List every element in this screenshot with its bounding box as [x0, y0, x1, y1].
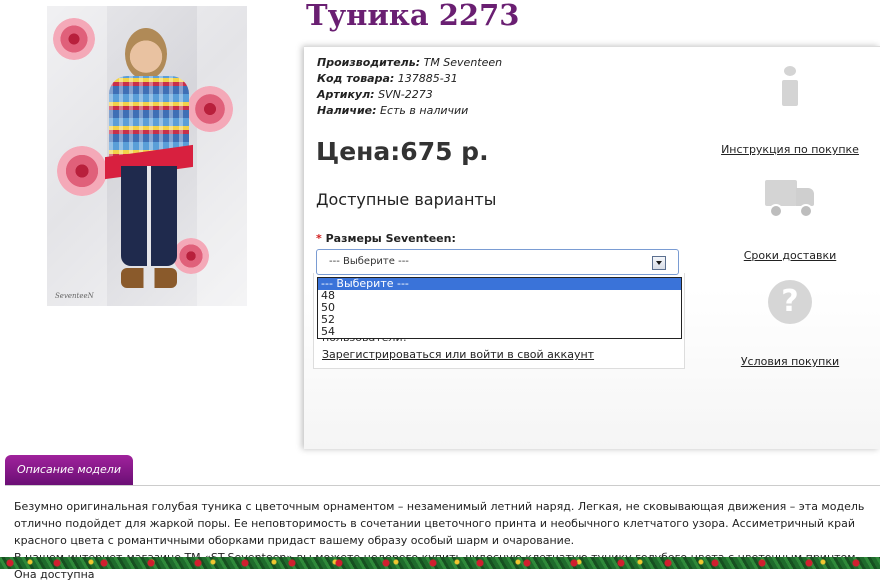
delivery-item[interactable]: Сроки доставки: [720, 178, 860, 263]
model-legs: [121, 166, 177, 266]
price-label: Цена:: [316, 137, 401, 166]
size-option[interactable]: --- Выберите ---: [318, 278, 681, 290]
rose-decoration: [53, 18, 95, 60]
spec-availability: Наличие: Есть в наличии: [317, 104, 469, 117]
description-text: Безумно оригинальная голубая туника с цв…: [14, 498, 876, 583]
question-icon[interactable]: ?: [768, 280, 812, 324]
size-option[interactable]: 54: [318, 326, 681, 338]
spec-article: Артикул: SVN-2273: [317, 88, 433, 101]
size-label: * Размеры Seventeen:: [316, 232, 456, 245]
delivery-link[interactable]: Сроки доставки: [744, 249, 837, 262]
register-link[interactable]: Зарегистрироваться или войти в свой акка…: [322, 348, 594, 361]
instruction-item[interactable]: Инструкция по покупке: [720, 66, 860, 157]
required-mark: *: [316, 232, 322, 245]
model-shoes: [121, 268, 177, 288]
size-select[interactable]: --- Выберите ---: [316, 249, 679, 275]
truck-icon[interactable]: [765, 178, 815, 218]
description-paragraph: Безумно оригинальная голубая туника с цв…: [14, 500, 865, 547]
price-value: 675 р.: [400, 137, 489, 166]
page-title: Туника 2273: [306, 0, 520, 32]
tab-description[interactable]: Описание модели: [5, 455, 133, 485]
rose-decoration: [187, 86, 233, 132]
size-option[interactable]: 48: [318, 290, 681, 302]
rose-decoration: [57, 146, 107, 196]
conditions-link[interactable]: Условия покупки: [741, 355, 839, 368]
size-select-value: --- Выберите ---: [329, 256, 409, 267]
size-option[interactable]: 50: [318, 302, 681, 314]
product-photo[interactable]: SeventeeN: [47, 6, 247, 306]
spec-manufacturer: Производитель: ТМ Seventeen: [317, 56, 503, 69]
variants-title: Доступные варианты: [316, 190, 497, 209]
product-specs: Производитель: ТМ Seventeen Код товара: …: [317, 55, 502, 119]
size-option[interactable]: 52: [318, 314, 681, 326]
model-head: [125, 28, 167, 80]
photo-signature: SeventeeN: [55, 292, 94, 300]
conditions-item[interactable]: ? Условия покупки: [720, 280, 860, 369]
christmas-garland: [0, 557, 880, 569]
chevron-down-icon[interactable]: [652, 256, 666, 270]
info-icon[interactable]: [780, 66, 800, 106]
size-dropdown-list[interactable]: --- Выберите --- 48 50 52 54: [317, 277, 682, 339]
price: Цена:675 р.: [316, 137, 489, 166]
spec-code: Код товара: 137885-31: [317, 72, 458, 85]
rose-decoration: [173, 238, 209, 274]
instruction-link[interactable]: Инструкция по покупке: [721, 143, 859, 156]
